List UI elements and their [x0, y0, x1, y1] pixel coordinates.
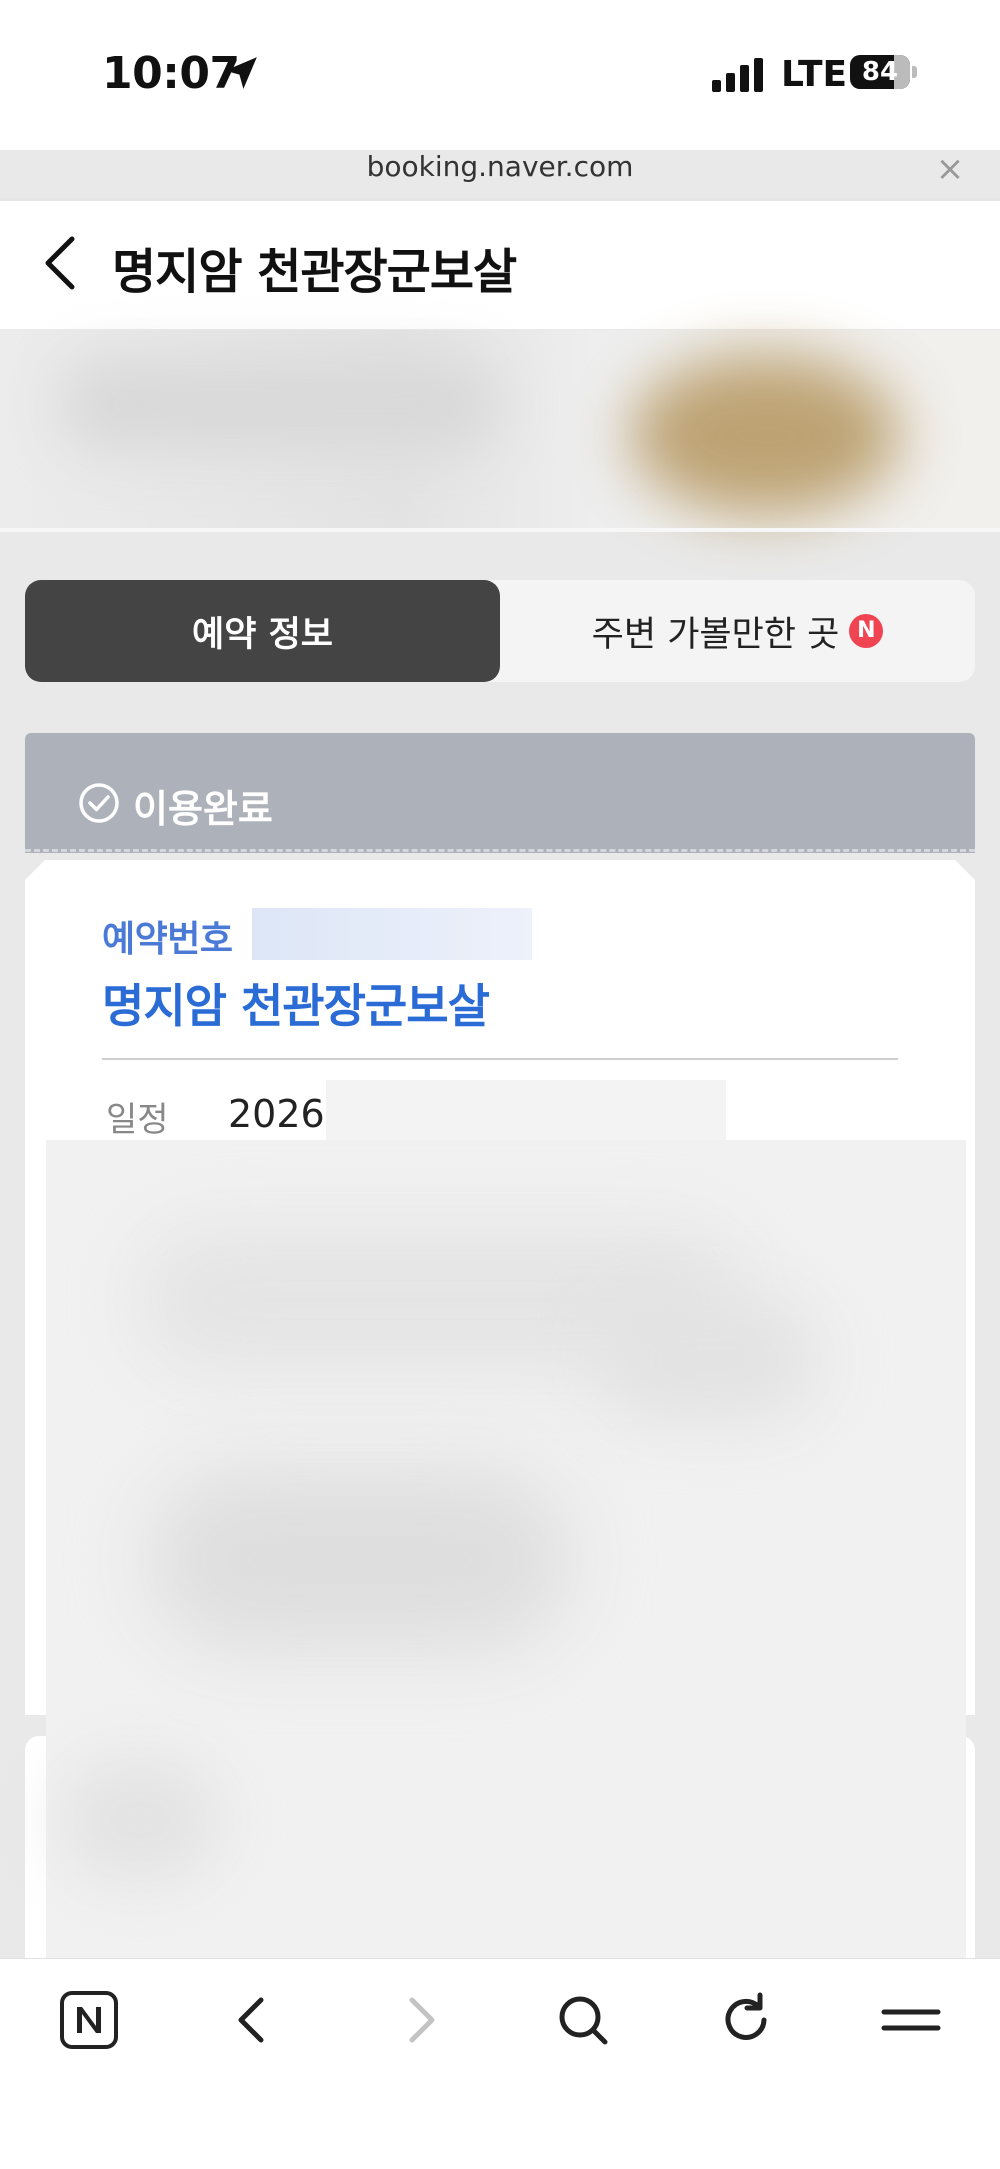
divider	[102, 1058, 898, 1060]
tab-label: 예약 정보	[192, 614, 333, 655]
redacted-blur	[600, 1300, 820, 1420]
status-time: 10:07	[102, 48, 240, 99]
page-title: 명지암 천관장군보살	[112, 244, 517, 300]
schedule-value: 2026.	[228, 1092, 337, 1136]
battery-icon: 84	[850, 55, 922, 91]
banner-blur	[60, 360, 500, 450]
url-bar[interactable]: booking.naver.com	[0, 150, 1000, 183]
banner-blur	[630, 355, 900, 515]
network-type: LTE	[781, 54, 848, 95]
cellular-signal-icon	[712, 58, 763, 92]
back-arrow-icon[interactable]	[223, 1990, 283, 2050]
search-icon[interactable]	[553, 1990, 613, 2050]
redacted-blur	[150, 1470, 570, 1650]
chevron-left-icon[interactable]	[38, 233, 86, 293]
tab-label: 주변 가볼만한 곳	[591, 614, 840, 655]
reservation-number-label: 예약번호	[102, 919, 233, 960]
tab-nearby-places[interactable]: 주변 가볼만한 곳 N	[500, 580, 975, 682]
forward-arrow-icon	[409, 1997, 435, 2043]
close-icon[interactable]: ×	[934, 150, 966, 188]
refresh-icon[interactable]	[716, 1990, 776, 2050]
dashed-divider	[25, 849, 975, 852]
naver-home-icon[interactable]	[59, 1990, 119, 2050]
browser-toolbar	[0, 1958, 1000, 2169]
location-arrow-icon	[225, 57, 257, 89]
menu-icon[interactable]	[881, 1990, 941, 2050]
place-name-link[interactable]: 명지암 천관장군보살	[102, 970, 490, 1036]
status-label: 이용완료	[133, 787, 273, 831]
schedule-redacted	[326, 1080, 726, 1140]
schedule-label: 일정	[106, 1100, 169, 1140]
tab-reservation-info[interactable]: 예약 정보	[25, 580, 500, 682]
new-badge: N	[849, 614, 884, 648]
reservation-number-redacted	[252, 908, 532, 960]
battery-level: 84	[861, 57, 899, 87]
check-circle-icon	[79, 783, 119, 823]
divider	[0, 528, 1000, 532]
redacted-blur	[60, 1760, 220, 1880]
